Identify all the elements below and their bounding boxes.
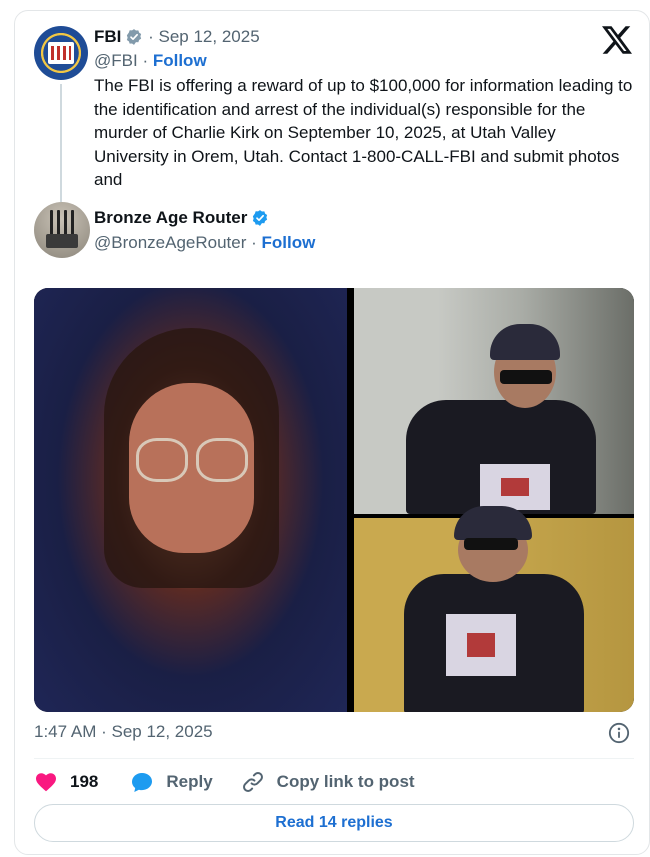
separator-dot: · bbox=[142, 51, 153, 70]
tweet-author-row: Bronze Age Router bbox=[94, 208, 269, 228]
quoted-author-handle[interactable]: @FBI bbox=[94, 51, 138, 70]
follow-fbi-link[interactable]: Follow bbox=[153, 51, 207, 70]
glasses-lens bbox=[196, 438, 248, 482]
link-icon bbox=[242, 772, 263, 792]
fbi-avatar[interactable] bbox=[34, 26, 88, 80]
router-body bbox=[46, 234, 78, 248]
like-count: 198 bbox=[70, 772, 99, 791]
verified-badge-icon bbox=[127, 29, 142, 45]
copy-link-label: Copy link to post bbox=[276, 772, 415, 791]
bronze-age-router-avatar[interactable] bbox=[34, 202, 90, 258]
reply-label: Reply bbox=[166, 772, 213, 791]
copy-link-button[interactable]: Copy link to post bbox=[241, 770, 415, 794]
figure-cap bbox=[490, 324, 560, 360]
router-antenna bbox=[64, 210, 67, 236]
router-antenna bbox=[71, 210, 74, 236]
reply-bubble-icon bbox=[132, 773, 153, 792]
tweet-handle-row: @BronzeAgeRouter · Follow bbox=[94, 233, 315, 253]
like-button[interactable]: 198 bbox=[34, 770, 98, 794]
quoted-tweet-date[interactable]: Sep 12, 2025 bbox=[159, 27, 260, 47]
tweet-author-name[interactable]: Bronze Age Router bbox=[94, 208, 247, 228]
reply-button[interactable]: Reply bbox=[130, 770, 213, 794]
shirt-graphic bbox=[480, 464, 550, 510]
fbi-seal-icon bbox=[48, 42, 74, 64]
media-photo-surveillance-bottom[interactable] bbox=[354, 506, 634, 712]
follow-author-link[interactable]: Follow bbox=[262, 233, 316, 252]
tweet-media-collage[interactable] bbox=[34, 288, 634, 712]
divider bbox=[34, 758, 634, 759]
verified-badge-icon bbox=[253, 210, 268, 226]
router-antenna bbox=[50, 210, 53, 236]
router-antenna bbox=[57, 210, 60, 236]
separator-dot: · bbox=[251, 233, 262, 252]
glasses-lens bbox=[136, 438, 188, 482]
tweet-timestamp[interactable]: 1:47 AM · Sep 12, 2025 bbox=[34, 722, 213, 742]
figure-sunglasses bbox=[500, 370, 552, 384]
quoted-handle-row: @FBI · Follow bbox=[94, 51, 207, 71]
media-photo-surveillance-top[interactable] bbox=[354, 288, 634, 514]
separator-dot: · bbox=[143, 27, 159, 46]
x-logo-icon[interactable] bbox=[602, 26, 632, 54]
figure-sunglasses bbox=[464, 538, 518, 550]
quoted-author-name[interactable]: FBI bbox=[94, 27, 121, 47]
read-replies-button[interactable]: Read 14 replies bbox=[34, 804, 634, 842]
quoted-tweet-header: FBI · Sep 12, 2025 bbox=[94, 27, 260, 47]
info-icon[interactable] bbox=[608, 722, 630, 744]
media-photo-portrait[interactable] bbox=[34, 288, 347, 712]
shirt-graphic bbox=[446, 614, 516, 676]
heart-icon bbox=[36, 773, 56, 792]
tweet-author-handle[interactable]: @BronzeAgeRouter bbox=[94, 233, 246, 252]
thread-connector-line bbox=[60, 84, 62, 202]
quoted-tweet-text: The FBI is offering a reward of up to $1… bbox=[94, 76, 633, 189]
tweet-actions-bar: 198 Reply Copy link to post bbox=[34, 769, 415, 795]
